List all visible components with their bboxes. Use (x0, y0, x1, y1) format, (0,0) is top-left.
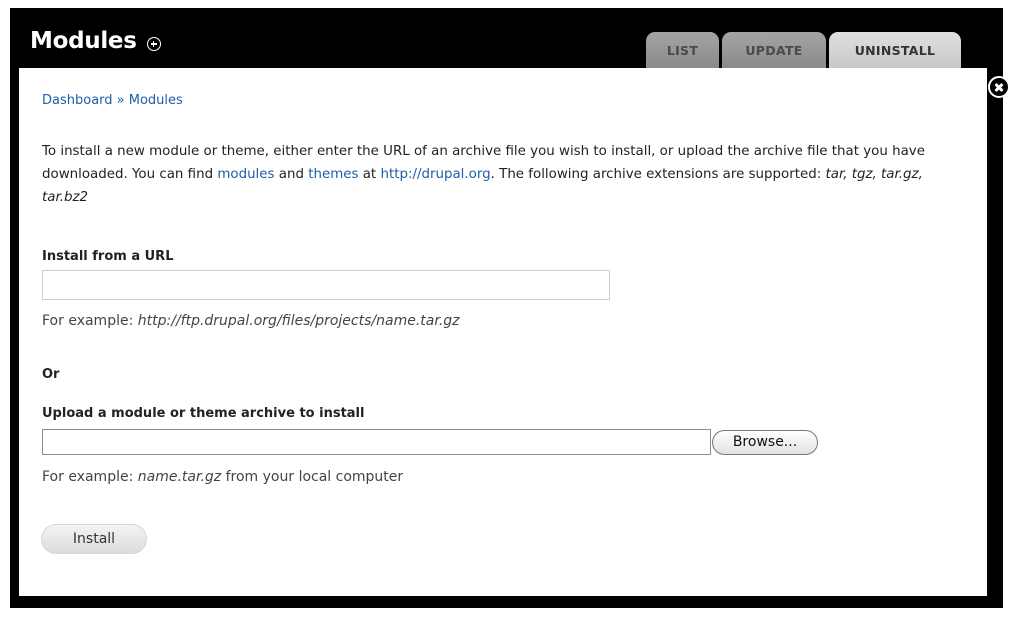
title-row: Modules (30, 28, 161, 54)
intro-and: and (274, 167, 309, 182)
close-icon[interactable] (988, 76, 1010, 98)
tab-update[interactable]: UPDATE (722, 32, 826, 68)
tab-uninstall[interactable]: UNINSTALL (829, 32, 961, 68)
or-label: Or (42, 367, 60, 382)
install-button[interactable]: Install (41, 524, 147, 554)
upload-help-suffix: from your local computer (221, 469, 404, 485)
plus-circle-icon[interactable] (146, 37, 161, 51)
intro-text: To install a new module or theme, either… (42, 140, 952, 209)
url-label: Install from a URL (42, 249, 174, 264)
browse-button[interactable]: Browse... (712, 430, 818, 455)
upload-help-prefix: For example: (42, 469, 138, 485)
breadcrumb-separator: » (112, 93, 129, 108)
intro-at: at (358, 167, 381, 182)
intro-part2: . The following archive extensions are s… (490, 167, 826, 182)
tab-list[interactable]: LIST (646, 32, 719, 68)
upload-help-example: name.tar.gz (137, 469, 222, 485)
breadcrumb-modules-link[interactable]: Modules (129, 93, 183, 108)
themes-link[interactable]: themes (308, 167, 358, 182)
breadcrumb-dashboard-link[interactable]: Dashboard (42, 93, 113, 108)
upload-help: For example: name.tar.gz from your local… (42, 469, 403, 485)
upload-label: Upload a module or theme archive to inst… (42, 406, 365, 421)
url-input[interactable] (42, 270, 610, 300)
page-title: Modules (30, 28, 137, 54)
drupal-link[interactable]: http://drupal.org (380, 167, 490, 182)
url-help: For example: http://ftp.drupal.org/files… (42, 313, 460, 329)
modules-link[interactable]: modules (217, 167, 274, 182)
content-panel: Dashboard » Modules To install a new mod… (19, 68, 987, 596)
tab-bar: LIST UPDATE UNINSTALL (646, 32, 964, 68)
file-input[interactable] (42, 429, 711, 455)
url-help-example: http://ftp.drupal.org/files/projects/nam… (137, 313, 460, 329)
url-help-prefix: For example: (42, 313, 138, 329)
breadcrumb: Dashboard » Modules (42, 93, 183, 108)
